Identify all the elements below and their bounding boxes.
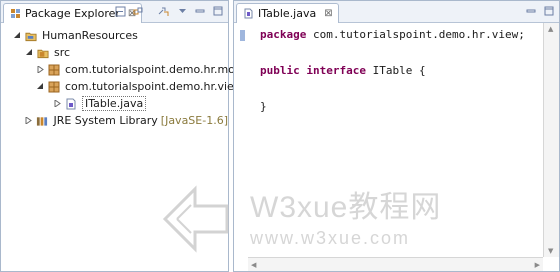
source-folder-icon [37,47,49,59]
tree-item-jre-library[interactable]: JRE System Library [JavaSE-1.6] [1,112,228,129]
minimize-icon[interactable] [194,5,206,17]
scroll-up-arrow-icon[interactable]: ▲ [548,25,553,33]
code-editor[interactable]: package com.tutorialspoint.demo.hr.view;… [260,26,525,116]
collapsed-arrow-icon[interactable] [53,100,61,108]
tree-item-label: ITable.java [82,96,147,111]
link-with-editor-icon[interactable] [132,5,144,17]
code-keyword: public interface [260,64,366,77]
code-line: public interface ITable { [260,62,525,80]
editor-area: ITable.java ⊠ package com.tutorialspoint… [233,0,560,272]
package-icon [48,81,60,93]
tree-item-label: JRE System Library [53,114,158,127]
package-explorer-tabbar: Package Explorer ⊠ [1,1,228,23]
editor-tabbar: ITable.java ⊠ [234,1,559,23]
code-text: } [260,100,267,113]
link-icon[interactable] [158,5,170,17]
expanded-arrow-icon[interactable] [25,49,33,57]
java-interface-file-icon [242,8,254,20]
maximize-icon[interactable] [212,5,224,17]
code-text: com.tutorialspoint.demo.hr.view; [306,28,525,41]
tree-item-label: com.tutorialspoint.demo.hr.view [65,80,243,93]
collapse-all-icon[interactable] [114,5,126,17]
editor-toolbar [525,5,555,17]
package-explorer-icon [9,8,21,20]
tree-item-suffix: [JavaSE-1.6] [160,114,228,127]
project-icon [25,30,37,42]
tab-itable-java[interactable]: ITable.java ⊠ [236,3,339,23]
maximize-icon[interactable] [543,5,555,17]
tree-item-src[interactable]: src [1,44,228,61]
tree-item-package-model[interactable]: com.tutorialspoint.demo.hr.model [1,61,252,78]
tree-item-humanresources[interactable]: HumanResources [1,27,228,44]
scroll-left-arrow-icon[interactable]: ◀ [251,261,256,269]
tab-itable-java-label: ITable.java [258,7,317,20]
view-menu-icon[interactable] [176,5,188,17]
tree-item-label: com.tutorialspoint.demo.hr.model [65,63,252,76]
code-line: package com.tutorialspoint.demo.hr.view; [260,26,525,44]
library-icon [36,115,48,127]
tree-item-itable-java[interactable]: ITable.java [1,95,228,112]
current-line-marker [240,30,245,41]
code-keyword: package [260,28,307,41]
close-icon[interactable]: ⊠ [324,8,332,19]
java-interface-file-icon [65,98,77,110]
editor-ruler [234,23,248,255]
scroll-right-arrow-icon[interactable]: ▶ [535,261,540,269]
separator [150,5,152,17]
view-toolbar [114,5,224,17]
tree-item-label: HumanResources [42,29,138,42]
code-line: } [260,98,525,116]
collapsed-arrow-icon[interactable] [37,66,44,74]
scroll-down-arrow-icon[interactable]: ▼ [548,247,553,255]
expanded-arrow-icon[interactable] [37,83,44,91]
expanded-arrow-icon[interactable] [13,32,21,40]
collapsed-arrow-icon[interactable] [25,117,33,125]
vertical-scrollbar[interactable]: ▲ ▼ [543,23,559,257]
horizontal-scrollbar[interactable]: ◀ ▶ [248,257,543,271]
tree-item-package-view[interactable]: com.tutorialspoint.demo.hr.view [1,78,243,95]
package-tree: HumanResources src com.tutorialspoint.de… [1,27,252,129]
package-icon [48,64,60,76]
tree-item-label: src [54,46,71,59]
code-text: ITable { [365,64,426,77]
minimize-icon[interactable] [525,5,537,17]
package-explorer-view: Package Explorer ⊠ HumanResources src co… [0,0,252,272]
tab-package-explorer-label: Package Explorer [25,7,120,20]
